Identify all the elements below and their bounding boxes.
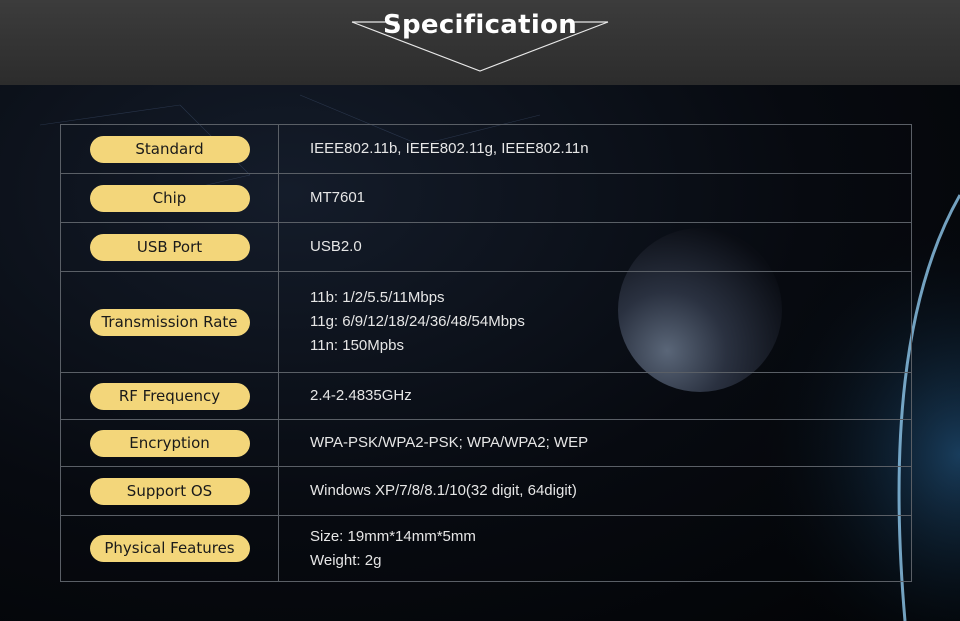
spec-row: Standard IEEE802.11b, IEEE802.11g, IEEE80… <box>60 124 912 174</box>
spec-value-cell: IEEE802.11b, IEEE802.11g, IEEE802.11n <box>278 124 912 174</box>
spec-value-cell: MT7601 <box>278 173 912 223</box>
spec-value-cell: 2.4-2.4835GHz <box>278 372 912 420</box>
spec-label-badge: Encryption <box>89 429 250 457</box>
spec-label-cell: USB Port <box>60 222 279 272</box>
spec-value-text: WPA-PSK/WPA2-PSK; WPA/WPA2; WEP <box>310 434 589 451</box>
spec-label-badge: Chip <box>89 184 250 212</box>
spec-value-text: Weight: 2g <box>310 551 382 569</box>
spec-label-badge: Standard <box>89 135 250 163</box>
spec-label-cell: Support OS <box>60 466 279 516</box>
spec-label-cell: Chip <box>60 173 279 223</box>
spec-label-cell: RF Frequency <box>60 372 279 420</box>
spec-value-text: Size: 19mm*14mm*5mm <box>310 527 476 545</box>
spec-row: Support OS Windows XP/7/8/8.1/10(32 digit… <box>60 466 912 516</box>
spec-row: RF Frequency 2.4-2.4835GHz <box>60 372 912 420</box>
spec-label-cell: Standard <box>60 124 279 174</box>
spec-label-badge: RF Frequency <box>89 382 250 410</box>
spec-row: Chip MT7601 <box>60 173 912 223</box>
spec-row: Encryption WPA-PSK/WPA2-PSK; WPA/WPA2; WE… <box>60 419 912 467</box>
spec-value-cell: Size: 19mm*14mm*5mm Weight: 2g <box>278 515 912 582</box>
spec-label-badge: Support OS <box>89 477 250 505</box>
spec-row: Transmission Rate 11b: 1/2/5.5/11Mbps 11g:… <box>60 271 912 373</box>
spec-row: USB Port USB2.0 <box>60 222 912 272</box>
spec-label-badge: USB Port <box>89 233 250 261</box>
spec-value-text: 2.4-2.4835GHz <box>310 387 412 404</box>
spec-label-badge: Physical Features <box>89 535 250 562</box>
spec-value-text: USB2.0 <box>310 238 362 255</box>
spec-value-cell: USB2.0 <box>278 222 912 272</box>
spec-label-cell: Encryption <box>60 419 279 467</box>
spec-value-text: Windows XP/7/8/8.1/10(32 digit, 64digit) <box>310 482 577 499</box>
spec-value-text: MT7601 <box>310 189 366 206</box>
spec-table: Standard IEEE802.11b, IEEE802.11g, IEEE80… <box>60 124 912 582</box>
header-banner: Specification <box>0 0 960 85</box>
spec-value-cell: 11b: 1/2/5.5/11Mbps 11g: 6/9/12/18/24/36/… <box>278 271 912 373</box>
spec-value-text: 11g: 6/9/12/18/24/36/48/54Mbps <box>310 313 525 330</box>
spec-row: Physical Features Size: 19mm*14mm*5mm Weig… <box>60 515 912 582</box>
spec-value-cell: Windows XP/7/8/8.1/10(32 digit, 64digit) <box>278 466 912 516</box>
spec-label-badge: Transmission Rate <box>89 308 250 336</box>
spec-value-text: 11n: 150Mpbs <box>310 337 404 354</box>
spec-value-cell: WPA-PSK/WPA2-PSK; WPA/WPA2; WEP <box>278 419 912 467</box>
spec-label-cell: Transmission Rate <box>60 271 279 373</box>
spec-value-text: 11b: 1/2/5.5/11Mbps <box>310 289 445 306</box>
spec-label-cell: Physical Features <box>60 515 279 582</box>
page-title: Specification <box>382 10 578 40</box>
spec-value-text: IEEE802.11b, IEEE802.11g, IEEE802.11n <box>310 140 589 157</box>
